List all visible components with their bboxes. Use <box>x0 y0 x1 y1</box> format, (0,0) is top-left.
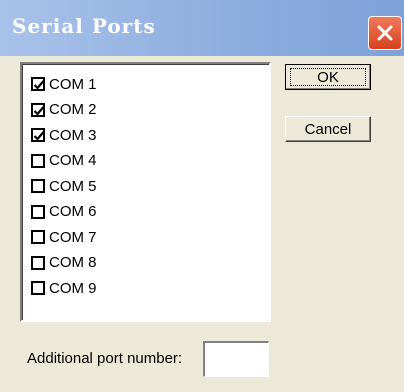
dialog-title: Serial Ports <box>12 14 156 38</box>
port-checkbox[interactable] <box>31 179 45 193</box>
close-button[interactable] <box>368 16 402 50</box>
additional-port-label: Additional port number: <box>27 350 183 367</box>
port-item[interactable]: COM 5 <box>31 175 97 197</box>
port-item[interactable]: COM 3 <box>31 124 97 146</box>
port-checkbox[interactable] <box>31 204 45 219</box>
port-list[interactable]: COM 1 COM 2 COM 3 COM 4 COM 5 COM 6 COM 7 COM 8… <box>20 62 271 322</box>
port-item[interactable]: COM 8 <box>31 252 97 274</box>
port-checkbox[interactable] <box>31 128 45 142</box>
port-label: COM 3 <box>49 126 97 144</box>
cancel-button-label: Cancel <box>304 120 352 138</box>
port-label: COM 4 <box>49 152 97 169</box>
port-checkbox[interactable] <box>31 102 45 117</box>
check-icon <box>33 105 45 116</box>
port-label: COM 8 <box>49 254 97 271</box>
port-checkbox[interactable] <box>31 77 45 91</box>
port-item[interactable]: COM 9 <box>31 277 97 299</box>
port-list-inner: COM 1 COM 2 COM 3 COM 4 COM 5 COM 6 COM 7 COM 8… <box>22 64 269 320</box>
port-item[interactable]: COM 4 <box>31 150 97 172</box>
port-label: COM 5 <box>49 177 97 195</box>
close-icon <box>377 25 393 41</box>
port-checkbox[interactable] <box>31 153 45 168</box>
port-checkbox[interactable] <box>31 255 45 270</box>
port-label: COM 2 <box>49 101 97 118</box>
port-checkbox[interactable] <box>31 281 45 295</box>
additional-port-input[interactable] <box>203 341 269 377</box>
check-icon <box>33 80 45 90</box>
check-icon <box>33 131 45 141</box>
port-item[interactable]: COM 2 <box>31 99 97 121</box>
port-label: COM 6 <box>49 203 97 220</box>
port-item[interactable]: COM 7 <box>31 226 97 248</box>
cancel-button[interactable]: Cancel <box>285 116 371 142</box>
port-item[interactable]: COM 6 <box>31 201 97 223</box>
port-label: COM 7 <box>49 228 97 246</box>
port-label: COM 9 <box>49 279 97 297</box>
port-label: COM 1 <box>49 75 97 93</box>
port-checkbox[interactable] <box>31 230 45 244</box>
port-item[interactable]: COM 1 <box>31 73 97 95</box>
serial-ports-dialog: Serial Ports COM 1 COM 2 COM 3 COM 4 COM 5 CO… <box>0 0 404 392</box>
title-bar: Serial Ports <box>0 0 404 56</box>
ok-button[interactable]: OK <box>285 64 371 90</box>
focus-rect <box>290 68 366 86</box>
